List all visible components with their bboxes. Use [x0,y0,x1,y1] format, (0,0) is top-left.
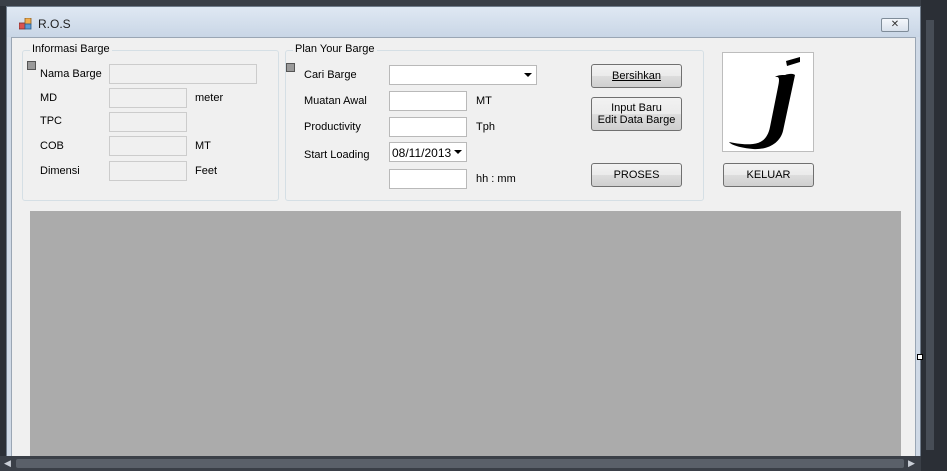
start-loading-time-input[interactable] [389,169,467,189]
input-baru-label: Input Baru [611,102,662,114]
logo-j-icon [729,57,800,150]
plan-your-barge-title: Plan Your Barge [293,43,377,55]
muatan-awal-input[interactable] [389,91,467,111]
start-loading-label: Start Loading [304,149,370,161]
cari-barge-dropdown[interactable] [389,65,537,85]
informasi-barge-title: Informasi Barge [30,43,112,55]
proses-button[interactable]: PROSES [591,163,682,187]
cob-label: COB [40,140,64,152]
informasi-marker-icon [27,61,36,70]
md-unit: meter [195,92,224,104]
keluar-label: KELUAR [746,169,791,181]
plan-marker-icon [286,63,295,72]
main-window: R.O.S ✕ Informasi Barge Nama Barge MD me… [6,6,921,467]
nama-barge-field[interactable] [109,64,257,84]
proses-label: PROSES [613,169,660,181]
input-baru-button[interactable]: Input Baru Edit Data Barge [591,97,682,131]
edit-data-barge-label: Edit Data Barge [597,114,676,126]
tpc-label: TPC [40,115,62,127]
productivity-input[interactable] [389,117,467,137]
dimensi-label: Dimensi [40,165,80,177]
close-button[interactable]: ✕ [881,18,909,32]
tpc-field[interactable] [109,112,187,132]
cari-barge-label: Cari Barge [304,69,357,81]
muatan-awal-label: Muatan Awal [304,95,367,107]
horizontal-scroll-thumb[interactable] [16,459,904,468]
cob-field[interactable] [109,136,187,156]
bersihkan-label: Bersihkan [612,70,661,82]
start-loading-date: 08/11/2013 [392,146,452,160]
chevron-down-icon[interactable] [454,150,462,154]
resize-handle[interactable] [917,354,923,360]
close-icon: ✕ [890,19,900,30]
chevron-down-icon[interactable] [524,73,532,77]
bersihkan-button[interactable]: Bersihkan [591,64,682,88]
dimensi-unit: Feet [195,165,218,177]
scroll-left-icon[interactable]: ◀ [4,459,11,468]
vertical-scrollbar[interactable] [926,20,934,450]
designer-right-strip [921,0,947,471]
horizontal-scrollbar[interactable]: ◀ ▶ [0,456,921,471]
start-loading-date-picker[interactable]: 08/11/2013 [389,142,467,162]
md-label: MD [40,92,58,104]
productivity-unit: Tph [476,121,495,133]
content-panel [30,211,901,466]
keluar-button[interactable]: KELUAR [723,163,814,187]
productivity-label: Productivity [304,121,361,133]
md-field[interactable] [109,88,187,108]
dimensi-field[interactable] [109,161,187,181]
cob-unit: MT [195,140,211,152]
title-bar[interactable]: R.O.S ✕ [7,7,920,37]
time-format-label: hh : mm [476,173,516,185]
scroll-right-icon[interactable]: ▶ [908,459,915,468]
nama-barge-label: Nama Barge [40,68,102,80]
form-client-area: Informasi Barge Nama Barge MD meter TPC … [11,37,916,467]
app-icon [19,18,32,30]
window-title: R.O.S [38,17,71,31]
muatan-awal-unit: MT [476,95,492,107]
logo-picture [722,52,814,152]
